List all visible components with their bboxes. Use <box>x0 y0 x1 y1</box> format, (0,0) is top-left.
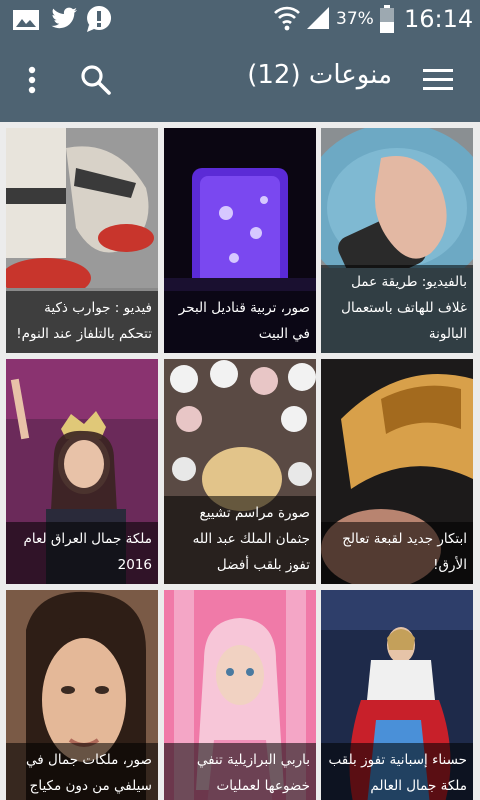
status-bar: 37% 16:14 <box>0 0 480 38</box>
twitter-icon <box>50 7 78 35</box>
page-title: منوعات (12) <box>247 60 392 90</box>
battery-percent: 37% <box>336 9 374 29</box>
article-caption: صور، ملكات جمال في سيلفي من دون مكياج <box>6 743 158 800</box>
article-caption: ملكة جمال العراق لعام 2016 <box>6 522 158 584</box>
image-icon <box>12 9 40 35</box>
signal-icon <box>306 6 330 34</box>
article-card[interactable]: فيديو : جوارب ذكية تتحكم بالتلفاز عند ال… <box>6 128 158 353</box>
article-caption: بالفيديو: طريقة عمل غلاف للهاتف باستعمال… <box>321 265 473 353</box>
article-caption: باربي البرازيلية تنفي خضوعها لعمليات <box>164 743 316 800</box>
article-card[interactable]: بالفيديو: طريقة عمل غلاف للهاتف باستعمال… <box>321 128 473 353</box>
article-card[interactable]: صور، تربية قناديل البحر في البيت <box>164 128 316 353</box>
article-card[interactable]: باربي البرازيلية تنفي خضوعها لعمليات <box>164 590 316 800</box>
article-card[interactable]: حسناء إسبانية تفوز بلقب ملكة جمال العالم <box>321 590 473 800</box>
search-icon <box>81 65 111 95</box>
clock: 16:14 <box>404 5 474 33</box>
article-card[interactable]: ملكة جمال العراق لعام 2016 <box>6 359 158 584</box>
article-caption: ابتكار جديد لقبعة تعالج الأرق! <box>321 522 473 584</box>
article-caption: صور، تربية قناديل البحر في البيت <box>164 291 316 353</box>
alert-icon <box>86 5 112 37</box>
more-vert-icon <box>28 66 36 94</box>
article-caption: حسناء إسبانية تفوز بلقب ملكة جمال العالم <box>321 743 473 800</box>
article-card[interactable]: صور، ملكات جمال في سيلفي من دون مكياج <box>6 590 158 800</box>
more-options-button[interactable] <box>20 62 44 98</box>
article-card[interactable]: صورة مراسم تشييع جثمان الملك عبد الله تف… <box>164 359 316 584</box>
article-caption: صورة مراسم تشييع جثمان الملك عبد الله تف… <box>164 496 316 584</box>
menu-button[interactable] <box>420 64 456 96</box>
article-caption: فيديو : جوارب ذكية تتحكم بالتلفاز عند ال… <box>6 291 158 353</box>
app-bar: منوعات (12) <box>0 38 480 122</box>
article-grid: بالفيديو: طريقة عمل غلاف للهاتف باستعمال… <box>0 122 480 800</box>
search-button[interactable] <box>78 62 114 98</box>
menu-icon <box>423 69 453 90</box>
battery-icon <box>380 5 394 37</box>
article-card[interactable]: ابتكار جديد لقبعة تعالج الأرق! <box>321 359 473 584</box>
wifi-icon <box>274 4 300 36</box>
